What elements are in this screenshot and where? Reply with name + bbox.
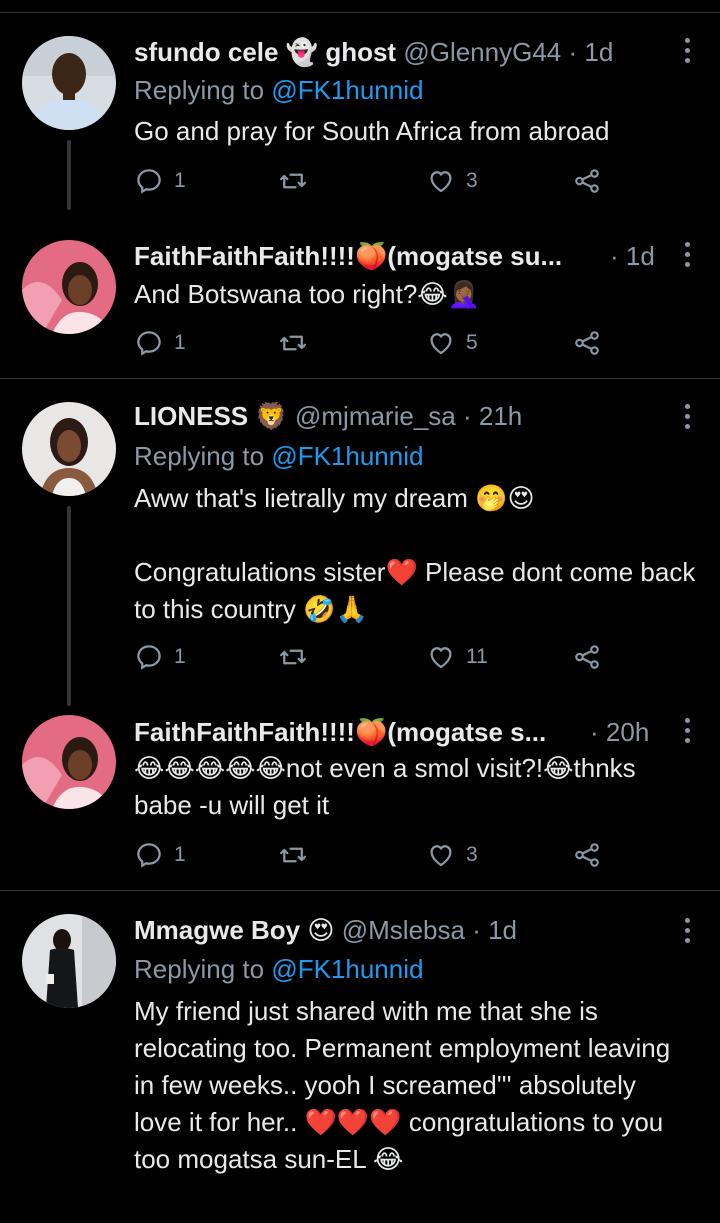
reply-count: 1 <box>174 169 186 192</box>
share-button[interactable] <box>572 642 602 672</box>
more-icon[interactable] <box>682 242 692 267</box>
tweet-header: sfundo cele 👻 ghost @GlennyG44 · 1d <box>134 37 614 68</box>
thread-line <box>67 506 71 706</box>
retweet-icon <box>280 847 306 863</box>
reply-button[interactable]: 1 <box>134 166 186 196</box>
more-icon[interactable] <box>682 38 692 63</box>
reply-count: 1 <box>174 645 186 668</box>
like-icon <box>430 647 452 669</box>
retweet-button[interactable] <box>278 166 318 196</box>
like-button[interactable]: 11 <box>426 642 488 672</box>
display-name[interactable]: sfundo cele <box>134 37 278 67</box>
timestamp[interactable]: 1d <box>626 241 655 271</box>
reply-button[interactable]: 1 <box>134 840 186 870</box>
retweet-icon <box>280 649 306 665</box>
reply-icon <box>137 331 161 356</box>
replying-to: Replying to @FK1hunnid <box>134 75 424 105</box>
more-icon[interactable] <box>682 718 692 743</box>
retweet-button[interactable] <box>278 840 318 870</box>
top-divider <box>0 12 720 13</box>
action-bar: 1 3 <box>134 166 614 200</box>
share-button[interactable] <box>572 328 602 358</box>
avatar[interactable] <box>22 914 116 1008</box>
tweet-header: Mmagwe Boy 😍 @Mslebsa · 1d <box>134 915 518 946</box>
retweet-button[interactable] <box>278 328 318 358</box>
tweet-header: FaithFaithFaith!!!!🍑(mogatse su... <box>134 240 660 272</box>
share-icon <box>575 331 599 355</box>
tweet-header: LIONESS 🦁 @mjmarie_sa · 21h <box>134 401 523 432</box>
share-icon <box>575 169 599 193</box>
heart-eyes-emoji: 😍 <box>307 916 335 946</box>
like-icon <box>430 333 452 355</box>
action-bar: 1 3 <box>134 840 614 874</box>
timestamp[interactable]: 20h <box>606 717 649 747</box>
replying-to: Replying to @FK1hunnid <box>134 441 424 471</box>
lion-emoji: 🦁 <box>255 402 288 432</box>
like-icon <box>430 845 452 867</box>
reply-to-link[interactable]: @FK1hunnid <box>271 954 423 984</box>
avatar[interactable] <box>22 36 116 130</box>
reply-button[interactable]: 1 <box>134 328 186 358</box>
divider <box>0 890 720 891</box>
handle[interactable]: @Mslebsa <box>342 915 465 945</box>
tweet-text: Go and pray for South Africa from abroad <box>134 116 610 146</box>
like-count: 3 <box>466 843 478 866</box>
divider <box>0 378 720 379</box>
like-count: 3 <box>466 169 478 192</box>
more-icon[interactable] <box>682 404 692 429</box>
display-name[interactable]: Mmagwe Boy <box>134 915 300 945</box>
tweet-text: Aww that's lietrally my dream 🤭😍 Congrat… <box>134 483 696 624</box>
reply-count: 1 <box>174 843 186 866</box>
reply-count: 1 <box>174 331 186 354</box>
handle[interactable]: @mjmarie_sa <box>295 401 456 431</box>
handle[interactable]: @GlennyG44 <box>403 37 561 67</box>
timestamp[interactable]: 1d <box>584 37 613 67</box>
action-bar: 1 5 <box>134 328 614 362</box>
reply-to-link[interactable]: @FK1hunnid <box>271 441 423 471</box>
tweet-text: My friend just shared with me that she i… <box>134 996 678 1174</box>
share-icon <box>575 843 599 867</box>
share-button[interactable] <box>572 166 602 196</box>
display-name[interactable]: FaithFaithFaith!!!!🍑(mogatse su... <box>134 241 562 271</box>
avatar[interactable] <box>22 715 116 809</box>
like-button[interactable]: 5 <box>426 328 478 358</box>
like-count: 11 <box>466 645 488 668</box>
retweet-icon <box>280 173 306 189</box>
share-icon <box>575 645 599 669</box>
thread-line <box>67 140 71 210</box>
like-button[interactable]: 3 <box>426 840 478 870</box>
reply-icon <box>137 645 161 670</box>
tweet-header: FaithFaithFaith!!!!🍑(mogatse s... <box>134 716 660 748</box>
reply-to-link[interactable]: @FK1hunnid <box>271 75 423 105</box>
like-button[interactable]: 3 <box>426 166 478 196</box>
avatar[interactable] <box>22 240 116 334</box>
like-icon <box>430 171 452 193</box>
replying-to: Replying to @FK1hunnid <box>134 954 424 984</box>
tweet-text: 😂😂😂😂😂not even a smol visit?!😂thnks babe … <box>134 753 643 820</box>
retweet-button[interactable] <box>278 642 318 672</box>
timestamp[interactable]: 21h <box>479 401 522 431</box>
reply-icon <box>137 169 161 194</box>
reply-button[interactable]: 1 <box>134 642 186 672</box>
timestamp[interactable]: 1d <box>488 915 517 945</box>
tweet-text: And Botswana too right?😂🤦🏾‍♀️ <box>134 279 481 309</box>
action-bar: 1 11 <box>134 642 614 676</box>
like-count: 5 <box>466 331 478 354</box>
display-name[interactable]: FaithFaithFaith!!!!🍑(mogatse s... <box>134 717 546 747</box>
retweet-icon <box>280 335 306 351</box>
reply-icon <box>137 843 161 868</box>
share-button[interactable] <box>572 840 602 870</box>
display-name[interactable]: LIONESS <box>134 401 248 431</box>
avatar[interactable] <box>22 402 116 496</box>
more-icon[interactable] <box>682 918 692 943</box>
ghost-emoji: 👻 <box>285 38 319 68</box>
display-name-suffix[interactable]: ghost <box>325 37 396 67</box>
